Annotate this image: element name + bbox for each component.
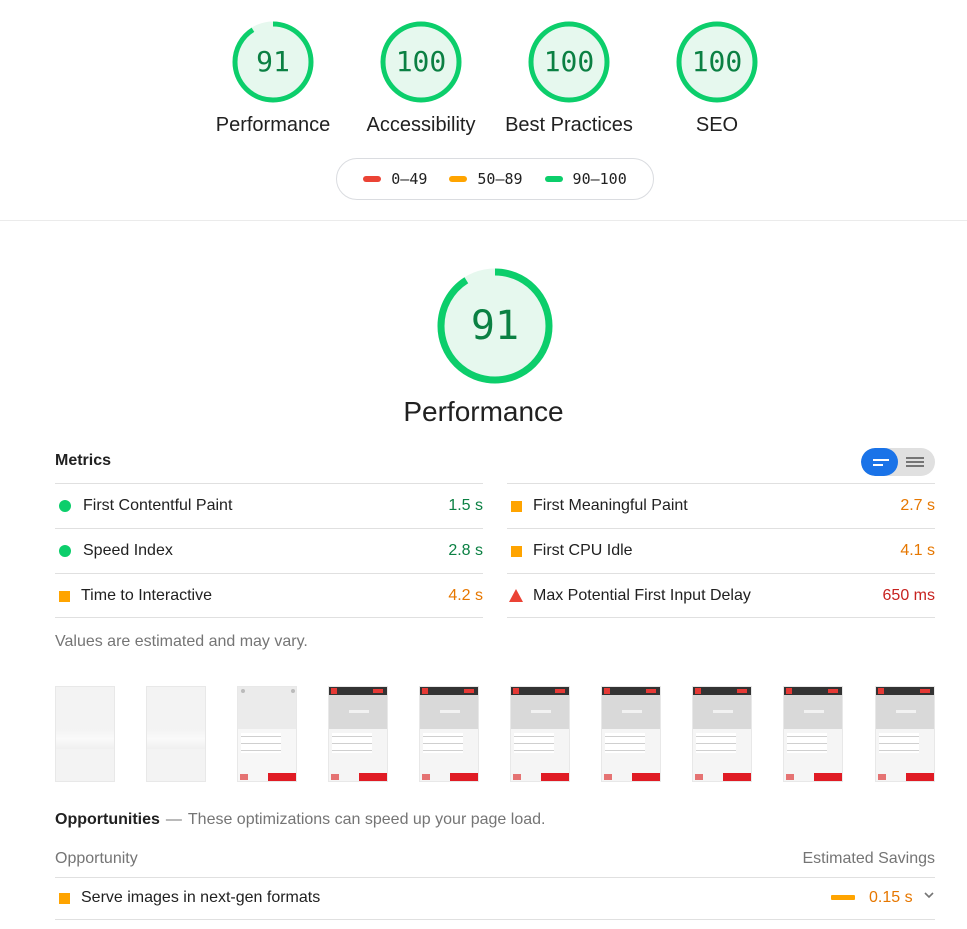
metric-time-to-interactive: Time to Interactive 4.2 s bbox=[55, 573, 483, 618]
metric-value: 4.1 s bbox=[900, 542, 935, 559]
performance-score: 91 bbox=[470, 303, 520, 349]
filmstrip-frame bbox=[601, 686, 661, 782]
metrics-heading: Metrics bbox=[55, 452, 112, 469]
gauge-accessibility[interactable]: 100 Accessibility bbox=[351, 20, 491, 137]
metric-speed-index: Speed Index 2.8 s bbox=[55, 528, 483, 573]
metric-first-meaningful-paint: First Meaningful Paint 2.7 s bbox=[507, 483, 935, 528]
metric-value: 650 ms bbox=[882, 587, 935, 604]
filmstrip-frame bbox=[146, 686, 206, 782]
scores-summary: 91 Performance 100 Accessibility 100 Bes… bbox=[0, 0, 967, 221]
opportunities-description: These optimizations can speed up your pa… bbox=[187, 811, 546, 828]
gauge-score: 91 bbox=[256, 45, 290, 78]
metric-label: First Contentful Paint bbox=[83, 497, 233, 514]
opportunities-dash: — bbox=[165, 811, 182, 828]
metric-first-contentful-paint: First Contentful Paint 1.5 s bbox=[55, 483, 483, 528]
average-square-icon bbox=[511, 501, 522, 512]
performance-gauge: 91 bbox=[435, 266, 555, 386]
pass-circle-icon bbox=[59, 545, 71, 557]
metric-label: Time to Interactive bbox=[81, 587, 213, 604]
metrics-disclaimer: Values are estimated and may vary. bbox=[55, 633, 308, 650]
gauge-label: SEO bbox=[695, 114, 739, 136]
opportunities-heading: Opportunities — These optimizations can sp… bbox=[55, 811, 545, 829]
savings-value: 0.15 s bbox=[869, 889, 913, 906]
fail-triangle-icon bbox=[509, 589, 523, 602]
pass-swatch-icon bbox=[544, 176, 563, 182]
gauge-label: Performance bbox=[215, 114, 331, 136]
expanded-view-icon[interactable] bbox=[898, 448, 935, 476]
metric-max-potential-fid: Max Potential First Input Delay 650 ms bbox=[507, 573, 935, 618]
filmstrip-frame bbox=[783, 686, 843, 782]
gauge-performance[interactable]: 91 Performance bbox=[203, 20, 343, 137]
gauge-score: 100 bbox=[543, 45, 595, 78]
category-title: Performance bbox=[403, 396, 564, 427]
average-square-icon bbox=[59, 591, 70, 602]
column-opportunity: Opportunity bbox=[55, 850, 138, 867]
average-square-icon bbox=[511, 546, 522, 557]
opportunities-title: Opportunities bbox=[55, 811, 160, 828]
legend-item-pass: 90–100 bbox=[544, 170, 627, 188]
metric-first-cpu-idle: First CPU Idle 4.1 s bbox=[507, 528, 935, 573]
opportunity-row[interactable]: Serve images in next-gen formats 0.15 s bbox=[55, 878, 935, 920]
metric-value: 1.5 s bbox=[448, 497, 483, 514]
gauge-label: Best Practices bbox=[505, 114, 633, 136]
chevron-down-icon[interactable] bbox=[923, 888, 935, 902]
metric-value: 4.2 s bbox=[448, 587, 483, 604]
column-estimated-savings: Estimated Savings bbox=[802, 850, 935, 867]
gauge-seo[interactable]: 100 SEO bbox=[647, 20, 787, 137]
score-scale-legend: 0–49 50–89 90–100 bbox=[336, 158, 654, 200]
filmstrip-frame bbox=[510, 686, 570, 782]
legend-item-average: 50–89 bbox=[449, 170, 523, 188]
metrics-column-right: First Meaningful Paint 2.7 s First CPU I… bbox=[507, 483, 935, 618]
filmstrip-frame bbox=[237, 686, 297, 782]
gauge-best-practices[interactable]: 100 Best Practices bbox=[499, 20, 639, 137]
gauge-score: 100 bbox=[395, 45, 447, 78]
filmstrip-frame bbox=[419, 686, 479, 782]
compact-view-icon[interactable] bbox=[861, 448, 898, 476]
metrics-column-left: First Contentful Paint 1.5 s Speed Index… bbox=[55, 483, 483, 618]
legend-range: 90–100 bbox=[572, 170, 627, 188]
gauge-label: Accessibility bbox=[366, 114, 476, 136]
average-swatch-icon bbox=[449, 176, 468, 182]
metric-label: Speed Index bbox=[83, 542, 173, 559]
filmstrip-frame bbox=[55, 686, 115, 782]
filmstrip-frame bbox=[692, 686, 752, 782]
metric-value: 2.8 s bbox=[448, 542, 483, 559]
pass-circle-icon bbox=[59, 500, 71, 512]
savings-bar bbox=[831, 895, 855, 900]
metric-value: 2.7 s bbox=[900, 497, 935, 514]
opportunities-table-header: Opportunity Estimated Savings bbox=[55, 848, 935, 878]
filmstrip-frame bbox=[875, 686, 935, 782]
legend-range: 50–89 bbox=[477, 170, 523, 188]
filmstrip-frame bbox=[328, 686, 388, 782]
metrics-view-toggle[interactable] bbox=[861, 448, 935, 476]
average-square-icon bbox=[59, 893, 70, 904]
metric-label: First Meaningful Paint bbox=[533, 497, 688, 514]
legend-item-fail: 0–49 bbox=[363, 170, 427, 188]
fail-swatch-icon bbox=[363, 176, 382, 182]
gauge-score: 100 bbox=[691, 45, 743, 78]
metric-label: Max Potential First Input Delay bbox=[533, 587, 751, 604]
opportunity-label: Serve images in next-gen formats bbox=[81, 889, 321, 906]
filmstrip bbox=[55, 686, 935, 782]
metric-label: First CPU Idle bbox=[533, 542, 633, 559]
legend-range: 0–49 bbox=[391, 170, 428, 188]
